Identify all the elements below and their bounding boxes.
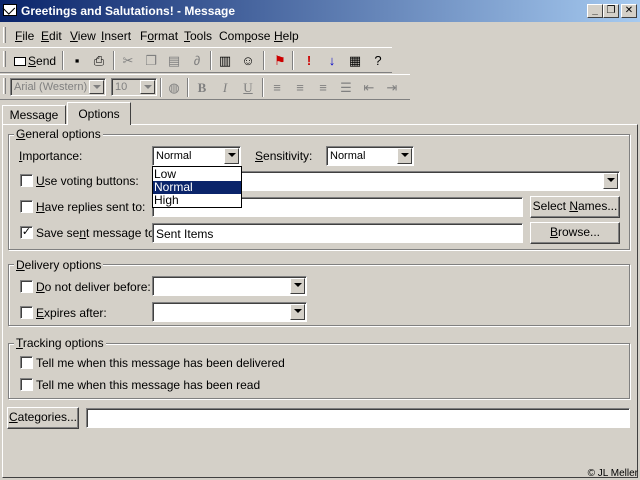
read-checkbox[interactable] <box>20 378 33 391</box>
font-size-select[interactable]: 10 <box>111 78 157 96</box>
tab-options[interactable]: Options <box>67 102 131 125</box>
toolbar-separator <box>210 51 212 70</box>
increase-indent-icon[interactable]: ⇥ <box>383 79 401 97</box>
help-icon[interactable]: ? <box>369 52 387 70</box>
read-label: Tell me when this message has been read <box>36 378 261 392</box>
menu-compose[interactable]: Compose <box>219 29 270 43</box>
address-book-icon[interactable]: ▥ <box>216 52 234 70</box>
toolbar-separator <box>113 51 115 70</box>
window-title: Greetings and Salutations! - Message <box>21 4 236 18</box>
send-icon <box>14 57 26 67</box>
check-names-icon[interactable]: ☺ <box>239 52 257 70</box>
categories-button[interactable]: Categories... <box>7 407 79 429</box>
not-before-label: Do not deliver before: <box>36 280 151 294</box>
toolbar-separator <box>187 78 189 97</box>
minimize-button[interactable]: _ <box>587 4 603 18</box>
replies-label: Have replies sent to: <box>36 200 146 214</box>
save-sent-field[interactable]: Sent Items <box>152 223 523 243</box>
replies-checkbox[interactable] <box>20 200 33 213</box>
browse-button[interactable]: Browse... <box>530 222 620 244</box>
delivered-label: Tell me when this message has been deliv… <box>36 356 285 370</box>
menu-format[interactable]: Format <box>140 29 178 43</box>
chevron-down-icon[interactable] <box>397 148 412 164</box>
toolbar-grip[interactable] <box>3 51 6 67</box>
menubar-grip[interactable] <box>3 27 6 43</box>
select-names-button[interactable]: Select Names... <box>530 196 620 218</box>
low-importance-icon[interactable]: ↓ <box>323 52 341 70</box>
print-icon[interactable]: ⎙ <box>90 52 108 70</box>
cut-icon[interactable]: ✂ <box>119 52 137 70</box>
bullets-icon[interactable]: ☰ <box>337 79 355 97</box>
toolbar-separator <box>160 78 162 97</box>
bold-icon[interactable]: B <box>193 79 211 97</box>
decrease-indent-icon[interactable]: ⇤ <box>360 79 378 97</box>
menu-help[interactable]: Help <box>274 29 299 43</box>
general-options-title: General options <box>14 127 103 141</box>
high-importance-icon[interactable]: ! <box>300 52 318 70</box>
close-button[interactable]: ✕ <box>621 4 637 18</box>
restore-button[interactable]: ❐ <box>603 4 619 18</box>
sensitivity-label: Sensitivity: <box>255 149 313 163</box>
chevron-down-icon[interactable] <box>140 80 155 94</box>
chevron-down-icon[interactable] <box>603 173 618 189</box>
attach-icon[interactable]: ∂ <box>188 52 206 70</box>
delivery-options-title: Delivery options <box>14 258 104 272</box>
chevron-down-icon[interactable] <box>290 304 305 320</box>
paste-icon[interactable]: ▤ <box>165 52 183 70</box>
importance-select[interactable]: Normal <box>152 146 241 166</box>
expires-label: Expires after: <box>36 306 107 320</box>
voting-checkbox[interactable] <box>20 174 33 187</box>
expires-select[interactable] <box>152 302 307 322</box>
menu-tools[interactable]: Tools <box>184 29 212 43</box>
toolbar-separator <box>62 51 64 70</box>
title-bar: Greetings and Salutations! - Message _ ❐… <box>0 0 640 22</box>
align-left-icon[interactable]: ≡ <box>268 79 286 97</box>
toolbar-separator <box>292 51 294 70</box>
voting-label: Use voting buttons: <box>36 174 139 188</box>
align-right-icon[interactable]: ≡ <box>314 79 332 97</box>
chevron-down-icon[interactable] <box>290 278 305 294</box>
sensitivity-select[interactable]: Normal <box>326 146 414 166</box>
save-sent-label: Save sent message to: <box>36 226 159 240</box>
toolbar-grip[interactable] <box>3 78 6 94</box>
importance-option-high[interactable]: High <box>153 194 241 207</box>
send-button[interactable]: Send <box>10 51 60 71</box>
toolbar-separator <box>262 78 264 97</box>
menu-edit[interactable]: Edit <box>41 29 62 43</box>
align-center-icon[interactable]: ≡ <box>291 79 309 97</box>
categories-field[interactable] <box>86 408 630 428</box>
not-before-select[interactable] <box>152 276 307 296</box>
underline-icon[interactable]: U <box>239 79 257 97</box>
standard-toolbar: Send ▪ ⎙ ✂ ❐ ▤ ∂ ▥ ☺ ⚑ ! ↓ ▦ ? <box>0 47 392 73</box>
italic-icon[interactable]: I <box>216 79 234 97</box>
importance-label: Importance: <box>19 149 83 163</box>
copyright-text: © JL Meller <box>587 468 638 479</box>
tracking-options-title: Tracking options <box>14 336 106 350</box>
toolbar-separator <box>263 51 265 70</box>
chevron-down-icon[interactable] <box>224 148 239 164</box>
menu-file[interactable]: File <box>15 29 34 43</box>
menu-bar: File Edit View Insert Format Tools Compo… <box>0 24 640 46</box>
chevron-down-icon[interactable] <box>89 80 104 94</box>
mail-icon <box>3 4 17 16</box>
menu-view[interactable]: View <box>70 29 96 43</box>
save-sent-checkbox[interactable]: ✓ <box>20 226 33 239</box>
importance-dropdown-list: Low Normal High <box>152 166 242 208</box>
delivered-checkbox[interactable] <box>20 356 33 369</box>
color-icon[interactable]: ◍ <box>165 79 183 97</box>
flag-icon[interactable]: ⚑ <box>271 52 289 70</box>
menu-insert[interactable]: Insert <box>101 29 131 43</box>
copy-icon[interactable]: ❐ <box>142 52 160 70</box>
not-before-checkbox[interactable] <box>20 280 33 293</box>
formatting-toolbar: Arial (Western) 10 ◍ B I U ≡ ≡ ≡ ☰ ⇤ ⇥ <box>0 74 410 100</box>
font-select[interactable]: Arial (Western) <box>10 78 106 96</box>
options-icon[interactable]: ▦ <box>346 52 364 70</box>
expires-checkbox[interactable] <box>20 306 33 319</box>
tab-message[interactable]: Message <box>2 105 66 125</box>
save-icon[interactable]: ▪ <box>68 52 86 70</box>
